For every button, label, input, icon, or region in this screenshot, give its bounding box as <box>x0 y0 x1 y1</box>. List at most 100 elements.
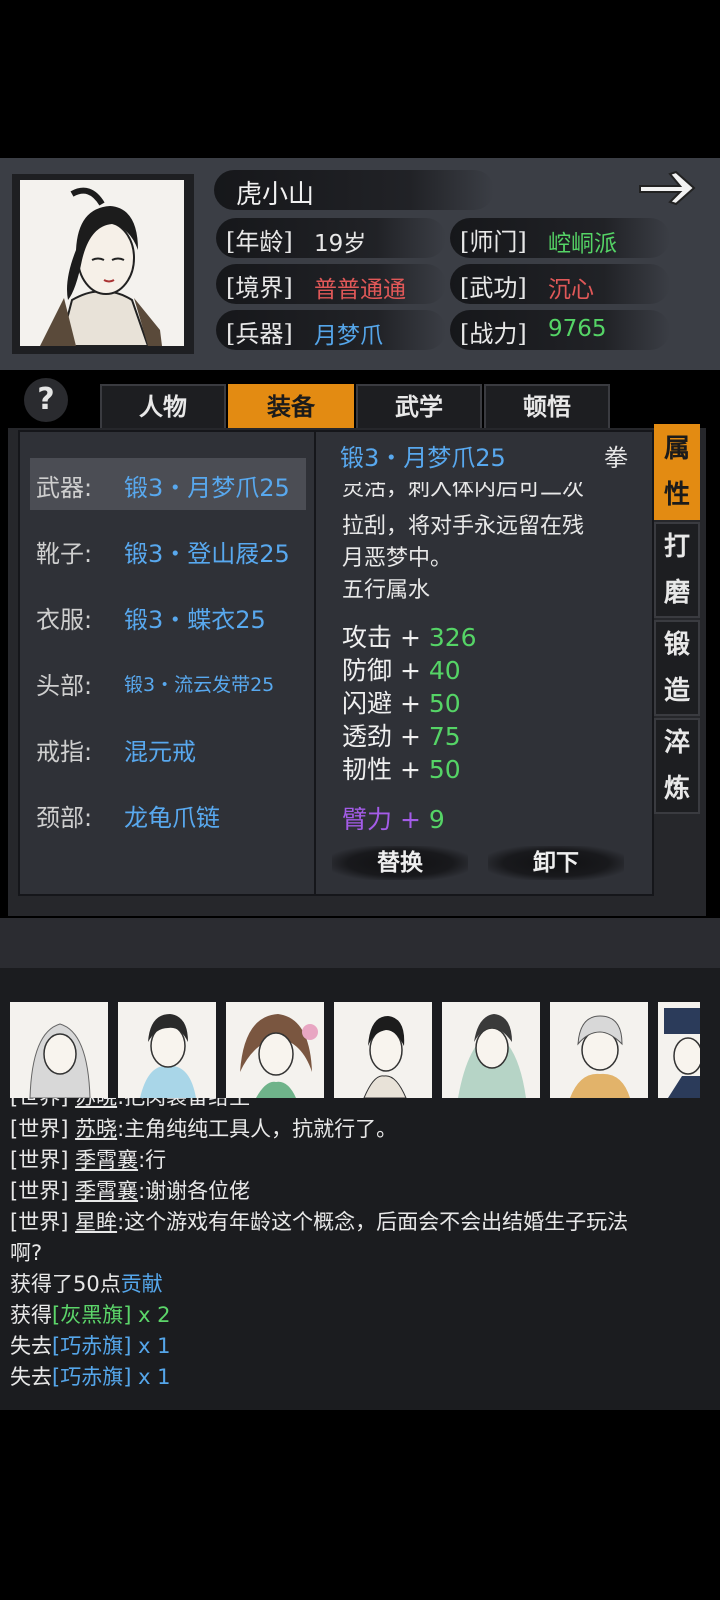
chat-text: :把肉装备给主 <box>117 1098 250 1109</box>
chat-line: [世界] 苏晓:把肉装备给主 <box>10 1098 712 1112</box>
stat-penetration: 透劲 + 75 <box>342 717 461 753</box>
slot-boots[interactable]: 靴子: 锻3・登山屐25 <box>30 524 306 576</box>
slot-value: 锻3・流云发带25 <box>124 674 275 696</box>
contribution-link[interactable]: 贡献 <box>121 1272 163 1296</box>
slot-ring[interactable]: 戒指: 混元戒 <box>30 722 306 774</box>
system-text: 失去 <box>10 1365 52 1389</box>
stat-plus: + <box>399 689 421 718</box>
stat-name: 闪避 <box>342 689 393 718</box>
chat-text: 啊? <box>10 1241 43 1265</box>
weapon-label: [兵器] <box>226 320 293 348</box>
slot-label: 衣服: <box>36 606 93 634</box>
chat-text: :这个游戏有年龄这个概念，后面会不会出结婚生子玩法 <box>117 1210 629 1234</box>
side-tab-char: 属 <box>663 434 690 464</box>
side-tab-char: 磨 <box>663 578 690 608</box>
chat-line: [世界] 季霄襄:行 <box>10 1145 712 1175</box>
unequip-button[interactable]: 卸下 <box>488 846 624 880</box>
stat-plus: + <box>399 805 421 834</box>
stat-plus: + <box>399 755 421 784</box>
system-lose-line: 失去[巧赤旗] x 1 <box>10 1331 712 1361</box>
item-link[interactable]: [巧赤旗] <box>52 1334 131 1358</box>
slot-weapon[interactable]: 武器: 锻3・月梦爪25 <box>30 458 306 510</box>
divider-strip <box>0 918 720 968</box>
party-avatar[interactable] <box>10 1002 108 1098</box>
side-tab-forge[interactable]: 锻 造 <box>654 620 700 716</box>
system-gain-line: 获得[灰黑旗] x 2 <box>10 1300 712 1330</box>
chat-line: [世界] 苏晓:主角纯纯工具人，抗就行了。 <box>10 1114 712 1144</box>
party-avatar[interactable] <box>226 1002 324 1098</box>
item-desc-partial: 灵活，刺入体内后可二次 <box>342 482 585 501</box>
stat-name: 攻击 <box>342 623 393 652</box>
slot-label: 靴子: <box>36 540 93 568</box>
next-arrow-icon[interactable] <box>636 168 698 208</box>
stat-dodge: 闪避 + 50 <box>342 684 461 720</box>
slot-head[interactable]: 头部: 锻3・流云发带25 <box>30 656 306 708</box>
tab-character[interactable]: 人物 <box>100 384 226 430</box>
character-portrait[interactable] <box>20 180 184 347</box>
party-avatar[interactable] <box>550 1002 648 1098</box>
chat-line: [世界] 星眸:这个游戏有年龄这个概念，后面会不会出结婚生子玩法 <box>10 1207 712 1237</box>
chat-line: [世界] 季霄襄:谢谢各位佬 <box>10 1176 712 1206</box>
stat-name: 韧性 <box>342 755 393 784</box>
equipment-slot-list: 武器: 锻3・月梦爪25 靴子: 锻3・登山屐25 衣服: 锻3・蝶衣25 头部… <box>18 430 316 896</box>
stat-value: 40 <box>428 656 461 685</box>
system-text: 获得 <box>10 1303 52 1327</box>
chat-user[interactable]: 季霄襄 <box>75 1148 138 1172</box>
chat-user[interactable]: 苏晓 <box>75 1117 117 1141</box>
side-tab-temper[interactable]: 淬 炼 <box>654 718 700 814</box>
party-avatar[interactable] <box>334 1002 432 1098</box>
skill-value: 沉心 <box>548 277 594 303</box>
stat-defense: 防御 + 40 <box>342 651 461 687</box>
stat-name: 防御 <box>342 656 393 685</box>
item-link[interactable]: [灰黑旗] <box>52 1303 131 1327</box>
party-avatar[interactable] <box>658 1002 700 1098</box>
side-tab-char: 打 <box>663 532 690 562</box>
slot-value: 锻3・登山屐25 <box>124 540 290 568</box>
stat-value: 50 <box>428 755 461 784</box>
replace-button[interactable]: 替换 <box>332 846 468 880</box>
slot-value: 锻3・月梦爪25 <box>124 474 290 502</box>
party-avatar[interactable] <box>118 1002 216 1098</box>
chat-text: :主角纯纯工具人，抗就行了。 <box>117 1117 398 1141</box>
item-count: x 2 <box>138 1303 171 1327</box>
side-tab-char: 造 <box>663 676 690 706</box>
tab-martial-arts[interactable]: 武学 <box>356 384 482 430</box>
chat-user[interactable]: 苏晓 <box>75 1098 117 1109</box>
slot-clothes[interactable]: 衣服: 锻3・蝶衣25 <box>30 590 306 642</box>
item-type: 拳 <box>604 444 628 472</box>
weapon-value: 月梦爪 <box>314 323 383 349</box>
chat-user[interactable]: 季霄襄 <box>75 1179 138 1203</box>
power-value: 9765 <box>548 316 607 342</box>
stat-value: 75 <box>428 722 461 751</box>
slot-label: 头部: <box>36 672 93 700</box>
side-tab-polish[interactable]: 打 磨 <box>654 522 700 618</box>
portrait-frame <box>12 174 194 354</box>
system-lose-line: 失去[巧赤旗] x 1 <box>10 1362 712 1392</box>
party-avatar[interactable] <box>442 1002 540 1098</box>
side-tab-char: 性 <box>663 480 690 510</box>
item-count: x 1 <box>138 1334 171 1358</box>
chat-channel: [世界] <box>10 1148 69 1172</box>
chat-text: :谢谢各位佬 <box>138 1179 251 1203</box>
item-link[interactable]: [巧赤旗] <box>52 1365 131 1389</box>
slot-neck[interactable]: 颈部: 龙龟爪链 <box>30 788 306 840</box>
chat-line: 啊? <box>10 1238 712 1268</box>
age-label: [年龄] <box>226 228 293 256</box>
tab-equipment[interactable]: 装备 <box>228 384 354 430</box>
item-detail-panel: 锻3・月梦爪25 拳 灵活，刺入体内后可二次 拉刮，将对手永远留在残 月恶梦中。… <box>314 430 654 896</box>
tab-enlightenment[interactable]: 顿悟 <box>484 384 610 430</box>
side-tab-attributes[interactable]: 属 性 <box>654 424 700 520</box>
stat-value: 50 <box>428 689 461 718</box>
slot-value: 锻3・蝶衣25 <box>124 606 266 634</box>
stat-plus: + <box>399 722 421 751</box>
stat-value: 9 <box>428 805 445 834</box>
power-label: [战力] <box>460 320 527 348</box>
stat-attack: 攻击 + 326 <box>342 618 477 654</box>
item-desc-line: 月恶梦中。 <box>342 546 453 571</box>
item-desc-scroll-clip: 灵活，刺入体内后可二次 <box>316 482 652 504</box>
chat-channel: [世界] <box>10 1179 69 1203</box>
item-desc-line: 五行属水 <box>342 578 431 603</box>
help-button[interactable]: ? <box>24 378 68 422</box>
chat-user[interactable]: 星眸 <box>75 1210 117 1234</box>
side-tab-char: 淬 <box>663 728 690 758</box>
